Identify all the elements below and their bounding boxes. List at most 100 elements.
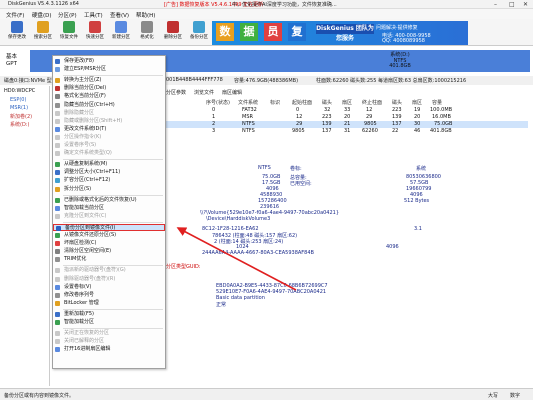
menu-view[interactable]: 查看(V) [110, 11, 129, 19]
menu-item-label: 智能加载当前分区 [64, 204, 105, 211]
quick-partition-icon [89, 21, 101, 33]
menu-item-label: 关闭已解释的分区 [64, 338, 105, 345]
banner-block-2: 据 [240, 23, 258, 41]
minimize-icon[interactable]: – [494, 1, 497, 8]
menu-item-icon [55, 300, 60, 306]
menu-item-23[interactable]: TRIM优化 [53, 256, 165, 263]
menu-help[interactable]: 帮助(H) [136, 11, 155, 19]
menu-item-icon [55, 197, 60, 203]
menu-item-32: 关闭已解释的分区 [53, 338, 165, 345]
table-cell: NTFS [242, 121, 255, 127]
menu-item-6: 删除隐藏分区 [53, 110, 165, 117]
menu-item-label: 重新加载(F5) [64, 310, 94, 317]
menu-item-15[interactable]: 拆分分区(S) [53, 186, 165, 193]
menu-item-icon [55, 118, 60, 124]
menu-item-label: 建立ESP/MSR分区 [64, 66, 106, 73]
menu-item-3[interactable]: 删除当前分区(Del) [53, 85, 165, 92]
menu-item-label: 备份分区到镜像文件(I) [65, 224, 116, 231]
menu-separator [63, 328, 163, 330]
menu-partition[interactable]: 分区(P) [58, 11, 77, 19]
detail-tabs: 分区参数 浏览文件 扇区编辑 [166, 88, 526, 97]
status-text: 备份分区或有内容到镜像文件。 [4, 393, 75, 399]
menu-disk[interactable]: 硬盘(D) [32, 11, 52, 19]
title-ad-tail[interactable]: 中，优化操作AI深度学习功能，文件恢复准确... [232, 1, 337, 8]
tree-node-msr[interactable]: MSR(1) [10, 105, 28, 111]
menu-item-label: 删除当前分区(Del) [64, 85, 107, 92]
menu-item-label: 删除驱动器号(盘符)(R) [64, 275, 116, 282]
menu-item-19[interactable]: 备份分区到镜像文件(I) [53, 223, 165, 231]
col-end-head: 磁头 [392, 100, 403, 106]
menu-item-icon [55, 134, 60, 140]
menu-item-4[interactable]: 格式化当前分区(F) [53, 93, 165, 100]
menu-item-8[interactable]: 更改文件系统ID(T) [53, 126, 165, 133]
table-row[interactable]: 1 MSR 12 223 20 29 139 20 16.0MB [166, 114, 528, 121]
menu-item-label: 删除隐藏分区 [64, 109, 95, 116]
table-cell: 3 [212, 128, 216, 134]
disk-type-line2: GPT [6, 61, 17, 67]
menu-item-29[interactable]: 重新加载(F5) [53, 311, 165, 318]
menu-item-label: 隐藏当前分区(Ctrl+H) [64, 101, 115, 108]
table-row[interactable]: 3 NTFS 9805 137 31 62260 22 46 401.8GB [166, 128, 528, 135]
maximize-icon[interactable]: □ [509, 1, 515, 8]
tab-sector-edit[interactable]: 扇区编辑 [222, 89, 242, 96]
menu-file[interactable]: 文件(F) [6, 11, 24, 19]
table-cell: 0 [212, 107, 216, 113]
menu-item-icon [55, 78, 60, 84]
new-partition-icon [115, 21, 127, 33]
menu-item-label: 坏扇区检测(C) [64, 240, 97, 247]
menu-item-5[interactable]: 隐藏当前分区(Ctrl+H) [53, 102, 165, 109]
menu-item-icon [55, 110, 60, 116]
menu-item-0[interactable]: 保存更改(F8) [53, 58, 165, 65]
menu-tools[interactable]: 工具(T) [84, 11, 103, 19]
tree-node-esp[interactable]: ESP(0) [10, 97, 26, 103]
ad-banner[interactable]: 数 据 员 复 DiskGenius 团队为您服务 问题解决·提供修复 电话: … [212, 21, 468, 45]
menu-item-icon [55, 249, 60, 255]
table-row[interactable]: 0 FAT32 0 32 33 12 223 19 100.0MB [166, 107, 528, 114]
tab-browse-files[interactable]: 浏览文件 [194, 89, 214, 96]
disk-serial: 001B448B4444FFF778 [166, 77, 223, 83]
menu-item-label: 隐藏或删除分区(Shift+H) [64, 117, 123, 124]
menu-item-13[interactable]: 调整分区大小(Ctrl+F11) [53, 169, 165, 176]
menu-item-label: 保存更改(F8) [64, 58, 94, 64]
detail-used-key: 已用空间: [290, 181, 312, 187]
table-cell: 19 [414, 107, 421, 113]
tree-node-disk0[interactable]: HD0:WDCPC [4, 88, 35, 94]
menu-item-icon [55, 94, 60, 100]
menu-item-icon [55, 268, 60, 274]
menu-item-27[interactable]: 修改卷序列号 [53, 292, 165, 299]
menu-item-icon [55, 284, 60, 290]
menu-item-icon [55, 331, 60, 337]
menu-item-30[interactable]: 智能加载分区 [53, 319, 165, 326]
table-row-selected[interactable]: 2 NTFS 29 139 21 9805 137 30 75.0GB [166, 121, 528, 128]
menu-item-1[interactable]: 建立ESP/MSR分区 [53, 66, 165, 73]
banner-brand: DiskGenius 团队为您服务 [316, 24, 374, 42]
tab-partition-params[interactable]: 分区参数 [166, 89, 186, 96]
menu-item-17[interactable]: 智能加载当前分区 [53, 205, 165, 212]
backup-partition-button[interactable]: 备份分区 [184, 20, 214, 45]
menu-item-21[interactable]: 坏扇区检测(C) [53, 240, 165, 247]
menu-item-25: 删除驱动器号(盘符)(R) [53, 276, 165, 283]
menu-item-26[interactable]: 设置卷标(V) [53, 284, 165, 291]
menu-item-7: 隐藏或删除分区(Shift+H) [53, 118, 165, 125]
search-icon [37, 21, 49, 33]
tree-node-system[interactable]: 系统(D:) [10, 121, 29, 128]
menu-item-14[interactable]: 扩容分区(Ctrl+F12) [53, 177, 165, 184]
menu-item-icon [55, 162, 60, 168]
system-partition-segment[interactable]: 系统(D:) NTFS 401.8GB [270, 52, 530, 69]
menu-item-icon [55, 339, 60, 345]
menu-item-20[interactable]: 从镜像文件还原分区(S) [53, 232, 165, 239]
menu-item-28[interactable]: BitLocker 管理 [53, 300, 165, 307]
tree-node-new-volume[interactable]: 新加卷(2) [10, 113, 32, 120]
table-cell: 75.0GB [434, 121, 453, 127]
close-icon[interactable]: ✕ [523, 1, 528, 8]
table-cell: 223 [392, 107, 402, 113]
menu-item-33[interactable]: 打开16进制扇区编辑 [53, 346, 165, 353]
table-cell: 29 [296, 121, 303, 127]
menu-item-icon [55, 347, 60, 353]
menu-item-12[interactable]: 从硬盘复制系统(M) [53, 161, 165, 168]
menu-item-2[interactable]: 转换为主分区(Z) [53, 77, 165, 84]
col-end-cyl: 终止柱面 [362, 100, 383, 106]
menu-item-16[interactable]: 已删除或格式化后的文件恢复(U) [53, 197, 165, 204]
disk-type-label: 基本 GPT [6, 54, 17, 68]
menu-item-22[interactable]: 清除分区空闲空间(E) [53, 248, 165, 255]
